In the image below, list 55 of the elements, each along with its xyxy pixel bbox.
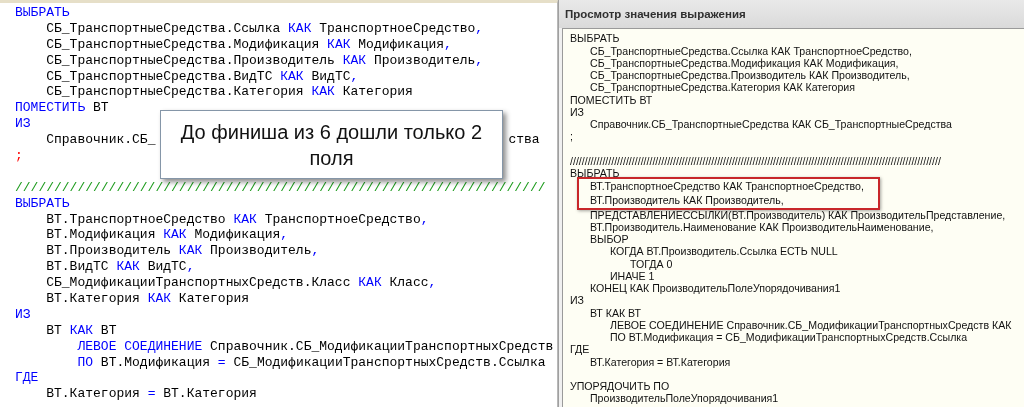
code-line: ПОМЕСТИТЬ ВТ (15, 100, 109, 117)
code-line: ПО ВТ.Модификация = СБ_МодификацииТранспортныхСредств.Ссылка (76, 354, 546, 371)
callout-note: До финиша из 6 дошли только 2 поля (160, 110, 503, 179)
text-line: КОНЕЦ КАК ПроизводительПолеУпорядочивания1 (589, 282, 841, 295)
code-line: ВТ.ВидТС КАК ВидТС, (45, 259, 195, 276)
code-fragment: ства (508, 132, 540, 148)
text-line: ИЗ (570, 105, 584, 118)
code-line: СБ_ТранспортныеСредства.ВидТС КАК ВидТС, (45, 68, 359, 85)
text-line: ПОМЕСТИТЬ ВТ (570, 93, 653, 106)
text-line: ПО ВТ.Модификация = СБ_МодификацииТранспортныхСредств.Ссылка (609, 331, 968, 344)
text-line: ВТ КАК ВТ (589, 306, 641, 319)
text-line: ПроизводительПолеУпорядочивания1 (589, 392, 779, 405)
text-line: ТОГДА 0 (629, 257, 673, 270)
text-line: СБ_ТранспортныеСредства.Ссылка КАК ТранспортноеСредство, (589, 44, 912, 57)
code-line: ВЫБРАТЬ (15, 5, 70, 21)
code-line: ГДЕ (15, 370, 39, 387)
text-line: ВТ.Категория = ВТ.Категория (589, 355, 731, 368)
code-line: СБ_ТранспортныеСредства.Категория КАК Категория (45, 84, 413, 101)
code-line: ВТ.Производитель КАК Производитель, (45, 243, 320, 260)
text-line: ПРЕДСТАВЛЕНИЕССЫЛКИ(ВТ.Производитель) КАК ПроизводительПредставление, (589, 208, 1006, 221)
code-fragment: Справочник.СБ_ (45, 132, 156, 148)
code-line: СБ_ТранспортныеСредства.Ссылка КАК ТранспортноеСредство, (45, 20, 484, 37)
text-line: СБ_ТранспортныеСредства.Производитель КАК Производитель, (589, 69, 910, 82)
text-line: УПОРЯДОЧИТЬ ПО (570, 380, 670, 393)
text-line: ВЫБРАТЬ (570, 167, 620, 180)
text-line: Справочник.СБ_ТранспортныеСредства КАК СБ_ТранспортныеСредства (589, 118, 952, 131)
text-line: ВЫБРАТЬ (570, 32, 620, 45)
code-line: ИЗ (15, 116, 31, 133)
text-line: ГДЕ (570, 343, 590, 356)
text-line: ВТ.Производитель КАК Производитель, (589, 193, 784, 208)
text-line: ВЫБОР (589, 233, 629, 246)
code-line: СБ_ТранспортныеСредства.Производитель КАК Производитель, (45, 52, 484, 69)
code-line: //////////////////////////////////////////////////////////////////// (15, 179, 546, 196)
code-line: ВТ.Модификация КАК Модификация, (45, 227, 289, 244)
text-line: ВТ.Производитель.Наименование КАК ПроизводительНаименование, (589, 220, 934, 234)
text-line: СБ_ТранспортныеСредства.Модификация КАК Модификация, (589, 56, 899, 69)
code-line: СБ_ТранспортныеСредства.Модификация КАК Модификация, (45, 36, 452, 53)
code-line: ВТ.ТранспортноеСредство КАК ТранспортноеСредство, (45, 211, 429, 228)
text-line: ////////////////////////////////////////////////////////////////////////////////////////////////////////////////////////////// (570, 154, 941, 167)
text-line: ИНАЧЕ 1 (609, 269, 655, 283)
dialog-title: Просмотр значения выражения (559, 0, 1024, 29)
code-line: ВТ.Категория = ВТ.Категория (45, 386, 257, 403)
code-line: ; (15, 148, 23, 164)
code-line: СБ_МодификацииТранспортныхСредств.Класс КАК Класс, (45, 275, 437, 292)
text-line: ИЗ (570, 294, 584, 307)
code-line: ВТ КАК ВТ (45, 322, 117, 339)
text-line: КОГДА ВТ.Производитель.Ссылка ЕСТЬ NULL (609, 245, 838, 258)
code-line: ВЫБРАТЬ (15, 195, 70, 212)
code-line: ИЗ (15, 306, 31, 323)
text-line: СБ_ТранспортныеСредства.Категория КАК Категория (589, 81, 855, 94)
text-line: ЛЕВОЕ СОЕДИНЕНИЕ Справочник.СБ_МодификацииТранспортныхСредств КАК (609, 318, 1012, 332)
code-line: ЛЕВОЕ СОЕДИНЕНИЕ Справочник.СБ_МодификацииТранспортныхСредств (76, 338, 554, 355)
text-line: ВТ.ТранспортноеСредство КАК ТранспортноеСредство, (589, 180, 864, 194)
text-line: ; (570, 130, 573, 143)
code-line: ВТ.Категория КАК Категория (45, 291, 250, 307)
